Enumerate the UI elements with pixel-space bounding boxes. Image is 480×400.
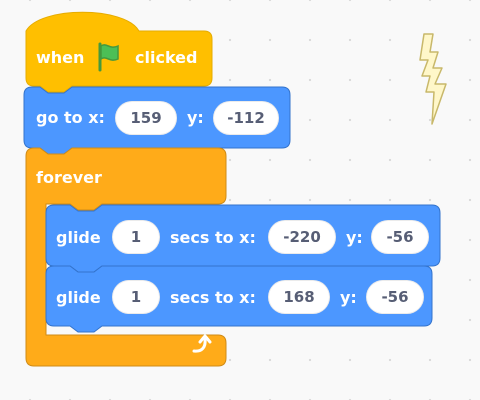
- glide-2-x-input[interactable]: 168: [268, 280, 330, 314]
- glide-block-2[interactable]: glide 1 secs to x: 168 y: -56: [0, 0, 480, 340]
- glide-2-label: glide: [56, 288, 101, 307]
- glide-2-secs-input[interactable]: 1: [112, 280, 160, 314]
- glide-2-y-input[interactable]: -56: [366, 280, 424, 314]
- glide-2-y-label: y:: [340, 288, 357, 307]
- lightning-bolt-icon: [418, 32, 452, 128]
- glide-2-secs-label: secs to x:: [170, 288, 256, 307]
